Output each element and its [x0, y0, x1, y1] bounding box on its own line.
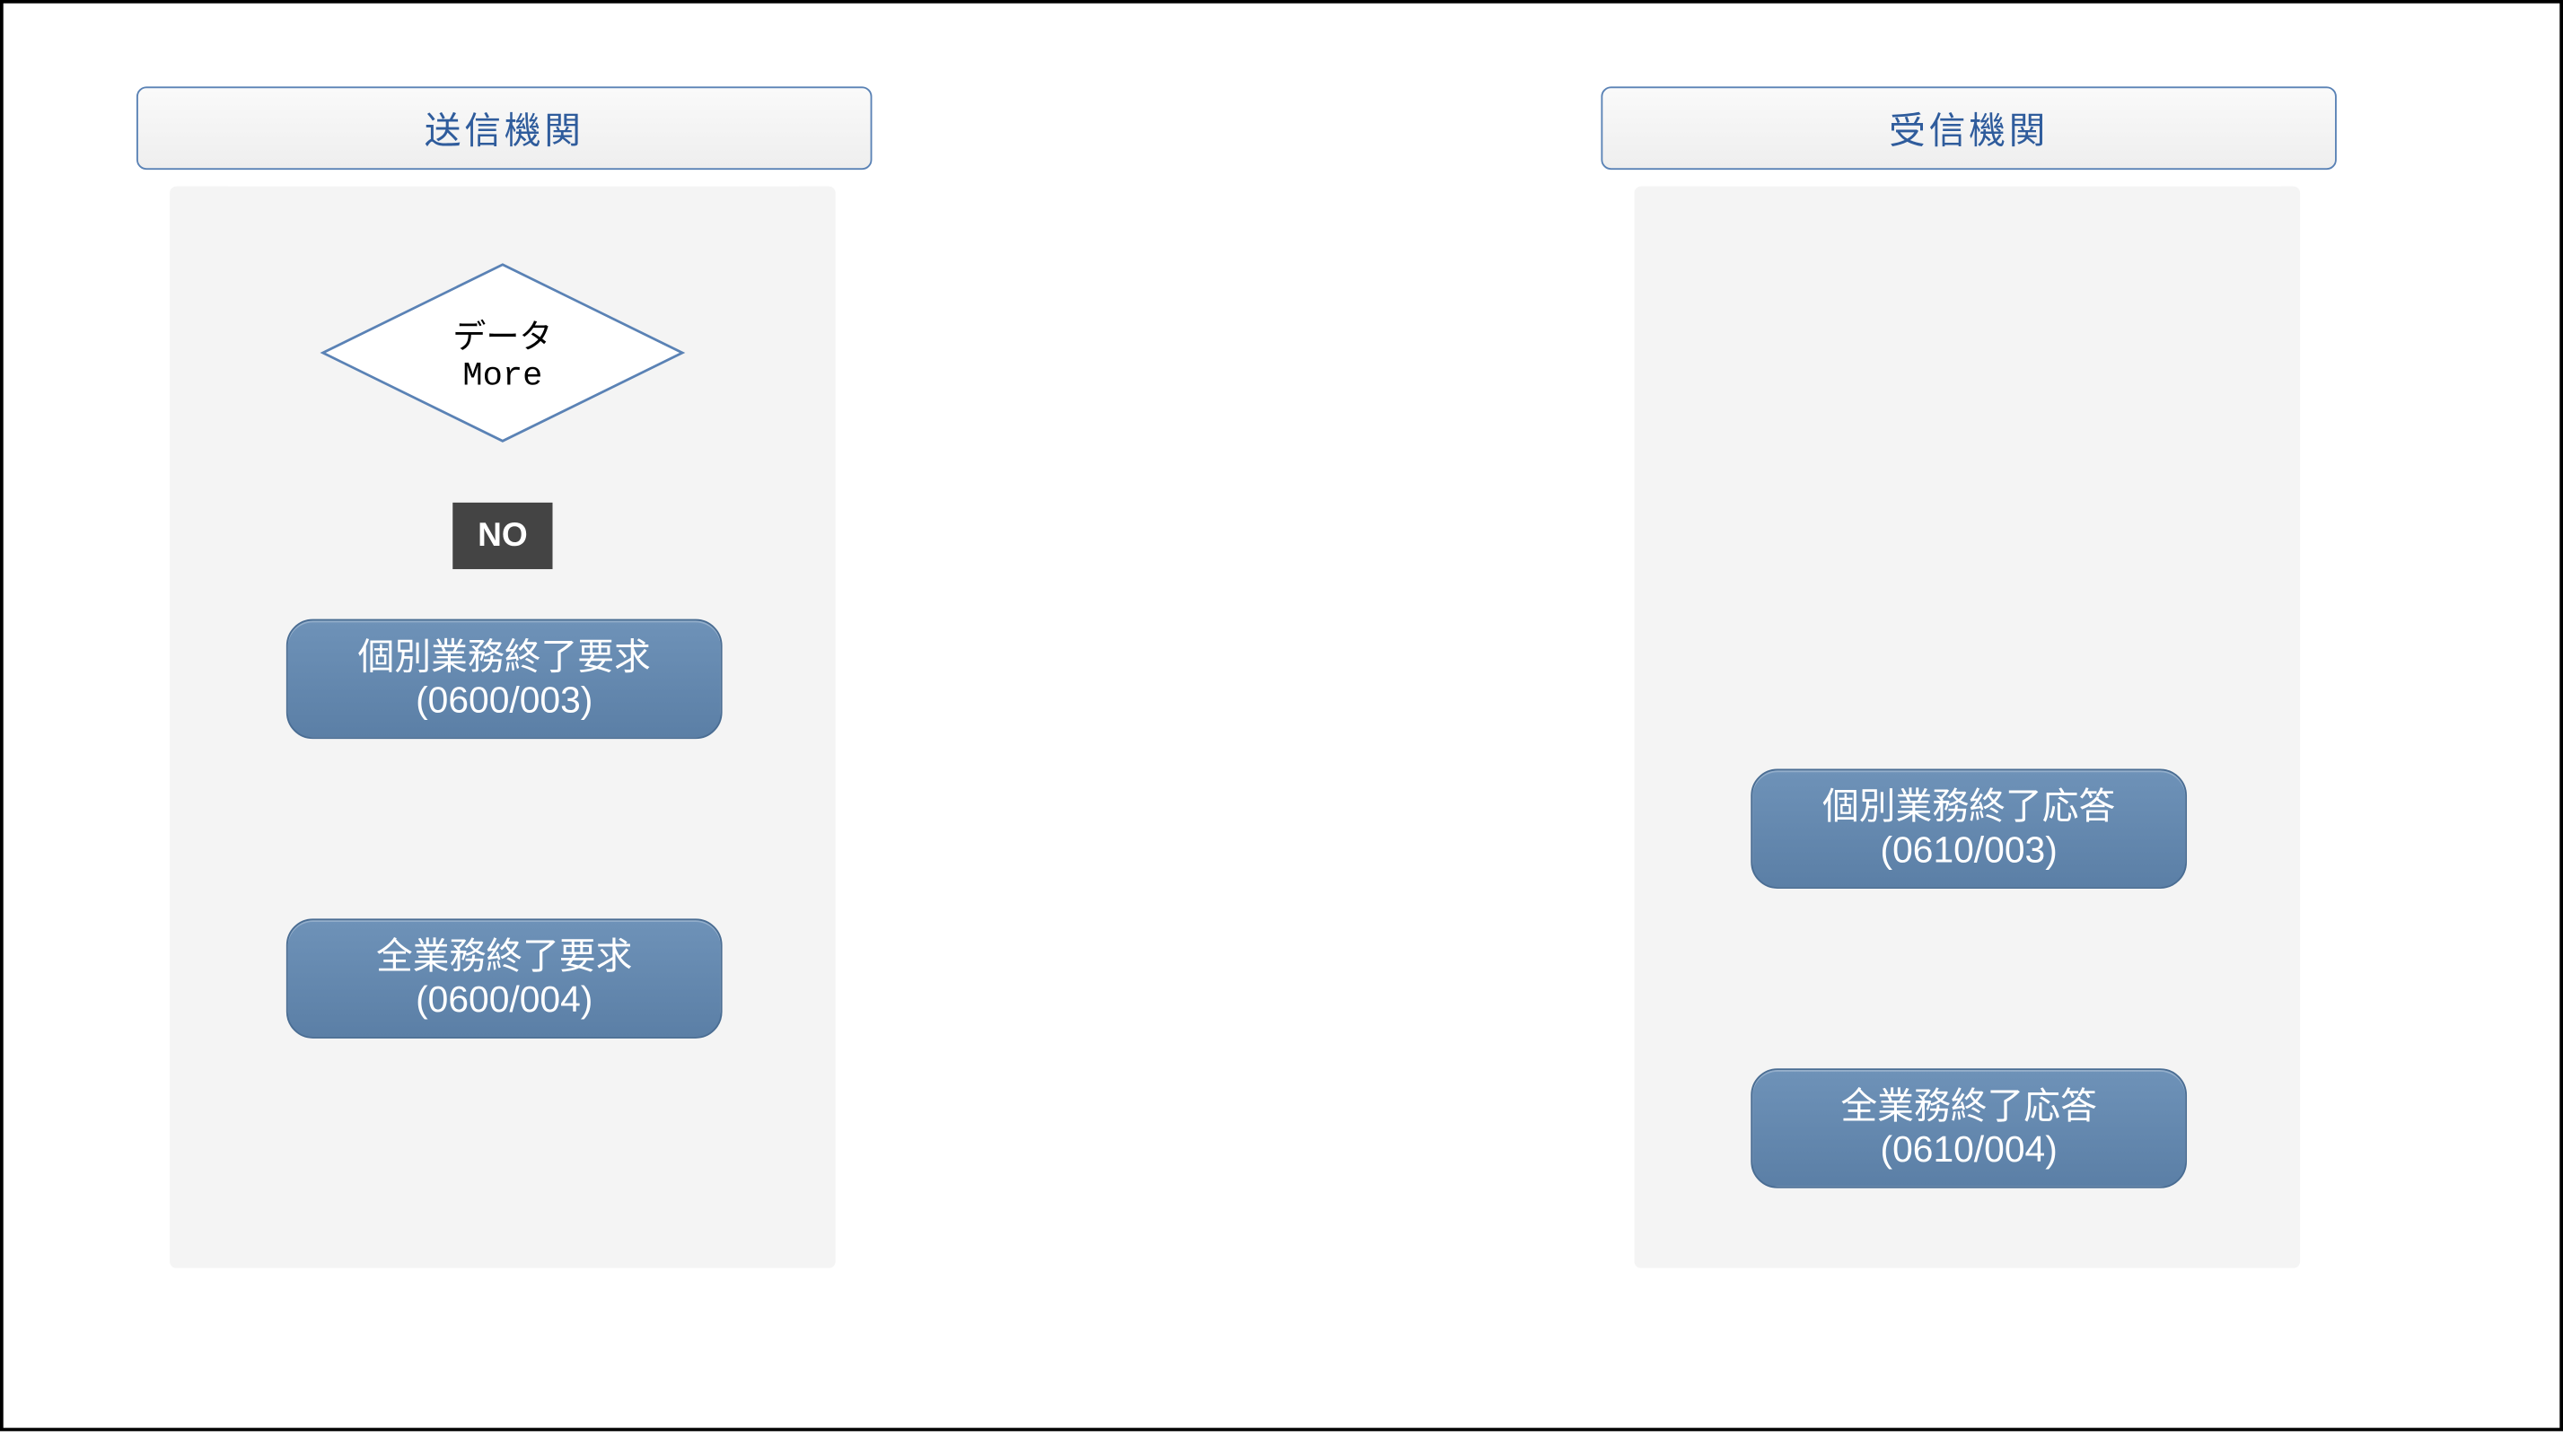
decision-data-more: データ More	[320, 261, 686, 444]
msg-code: (0610/004)	[1880, 1128, 2057, 1172]
msg-title: 全業務終了応答	[1840, 1084, 2097, 1128]
msg-code: (0600/003)	[416, 679, 592, 723]
lane-header-receiver: 受信機関	[1601, 86, 2336, 170]
decision-no-label: NO	[452, 503, 552, 569]
lane-header-sender: 送信機関	[136, 86, 872, 170]
msg-code: (0600/004)	[416, 978, 592, 1022]
diagram-canvas: 送信機関 受信機関 データ More NO 個別業務終了要求 (0600/003…	[0, 0, 2563, 1431]
decision-line1: データ	[452, 310, 552, 358]
msg-title: 個別業務終了要求	[358, 635, 651, 679]
msg-title: 個別業務終了応答	[1822, 785, 2115, 829]
msg-all-end-response: 全業務終了応答 (0610/004)	[1751, 1068, 2187, 1188]
msg-code: (0610/003)	[1880, 829, 2057, 873]
msg-title: 全業務終了要求	[376, 934, 633, 978]
msg-individual-end-request: 個別業務終了要求 (0600/003)	[286, 619, 723, 739]
decision-line2: More	[462, 358, 542, 397]
msg-all-end-request: 全業務終了要求 (0600/004)	[286, 918, 723, 1038]
msg-individual-end-response: 個別業務終了応答 (0610/003)	[1751, 769, 2187, 889]
